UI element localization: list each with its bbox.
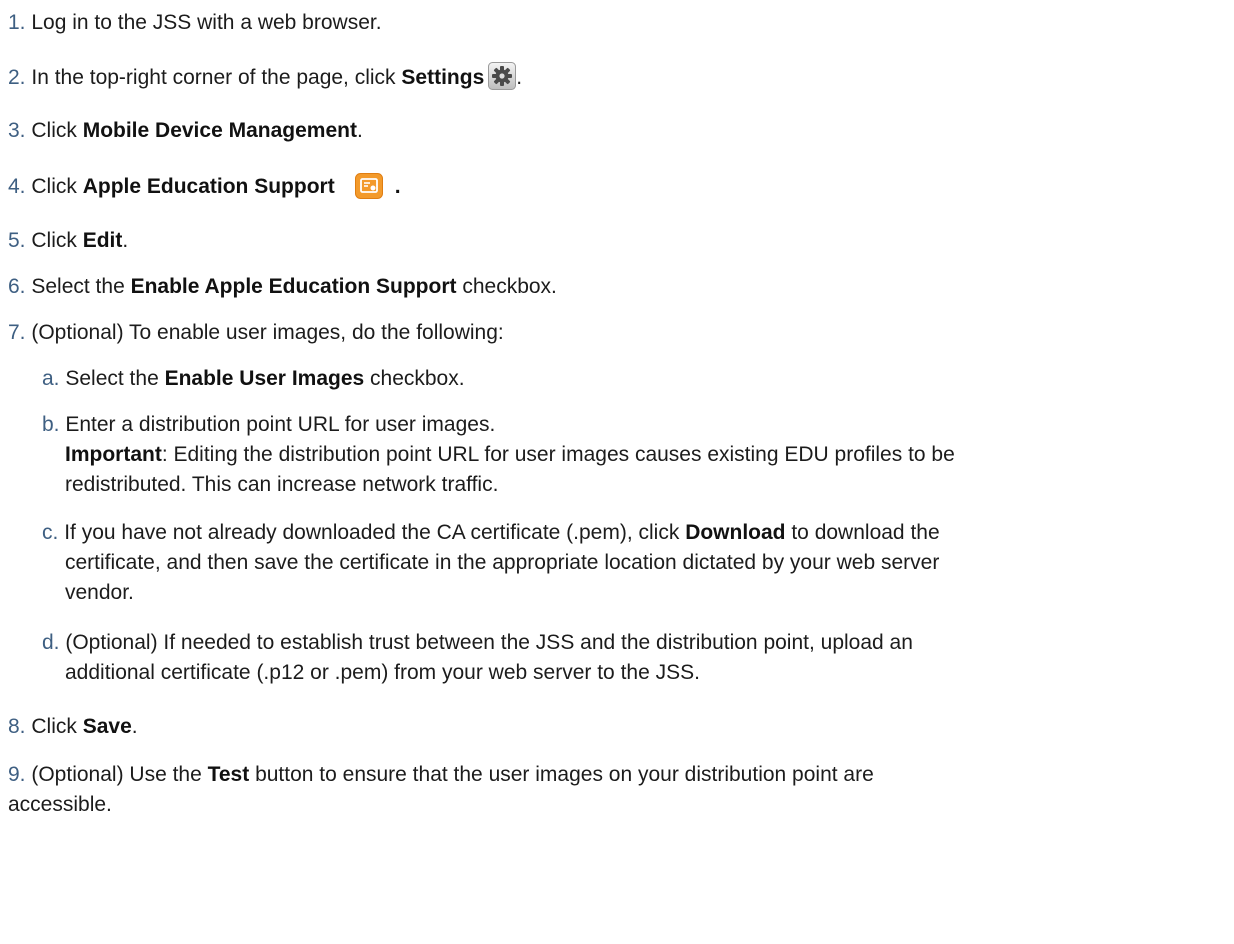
substep-text-post: to download the (785, 521, 940, 544)
step-text: Log in to the JSS with a web browser. (31, 11, 382, 34)
step-number: 2. (8, 66, 26, 89)
step-text-post: button to ensure that the user images on… (249, 763, 874, 786)
substep-text: Enter a distribution point URL for user … (65, 413, 496, 436)
step-number: 6. (8, 275, 26, 298)
step-text-post: . (394, 175, 401, 198)
substep-text-pre: If you have not already downloaded the C… (64, 521, 686, 544)
step-text-pre: Click (31, 715, 83, 738)
step-number: 3. (8, 119, 26, 142)
step-3: 3. Click Mobile Device Management. (8, 116, 1218, 146)
substep-a: a. Select the Enable User Images checkbo… (42, 364, 1222, 394)
important-text: : Editing the distribution point URL for… (161, 443, 955, 466)
step-text-post: . (122, 229, 129, 252)
step-text-pre: In the top-right corner of the page, cli… (31, 66, 402, 89)
substep-text-post: checkbox. (364, 367, 465, 390)
step-9-continued: accessible. (8, 790, 1218, 820)
substep-text: (Optional) If needed to establish trust … (65, 631, 913, 654)
substep-letter: d. (42, 631, 60, 654)
step-number: 5. (8, 229, 26, 252)
substep-letter: a. (42, 367, 60, 390)
test-label: Test (207, 763, 250, 786)
substep-c-continued-2: vendor. (65, 578, 1225, 608)
substep-b: b. Enter a distribution point URL for us… (42, 410, 1222, 440)
step-7: 7. (Optional) To enable user images, do … (8, 318, 1218, 348)
apple-education-support-label: Apple Education Support (82, 175, 335, 198)
step-text-post: . (356, 119, 363, 142)
substep-letter: c. (42, 521, 59, 544)
step-4: 4. Click Apple Education Support . (8, 172, 1218, 202)
enable-user-images-label: Enable User Images (164, 367, 365, 390)
gear-icon (488, 62, 517, 90)
step-2: 2. In the top-right corner of the page, … (8, 62, 1218, 93)
download-label: Download (685, 521, 786, 544)
substep-text-pre: Select the (65, 367, 165, 390)
step-text-pre: Select the (31, 275, 131, 298)
step-number: 1. (8, 11, 26, 34)
step-6: 6. Select the Enable Apple Education Sup… (8, 272, 1218, 302)
substep-d: d. (Optional) If needed to establish tru… (42, 628, 1222, 658)
substep-c: c. If you have not already downloaded th… (42, 518, 1222, 548)
step-text-pre: (Optional) Use the (31, 763, 208, 786)
apple-education-icon (354, 173, 383, 199)
step-number: 4. (8, 175, 26, 198)
substep-d-continued: additional certificate (.p12 or .pem) fr… (65, 658, 1225, 688)
step-text-post: . (516, 66, 523, 89)
step-text-continued: accessible. (8, 793, 112, 816)
step-8: 8. Click Save. (8, 712, 1218, 742)
substep-text-continued: certificate, and then save the certifica… (65, 551, 940, 574)
step-text-pre: Click (31, 229, 83, 252)
step-5: 5. Click Edit. (8, 226, 1218, 256)
step-number: 9. (8, 763, 26, 786)
substep-c-continued-1: certificate, and then save the certifica… (65, 548, 1225, 578)
important-label: Important (65, 443, 162, 466)
step-number: 7. (8, 321, 26, 344)
important-note: Important: Editing the distribution poin… (65, 440, 1225, 470)
save-label: Save (82, 715, 132, 738)
step-9: 9. (Optional) Use the Test button to ens… (8, 760, 1218, 790)
substep-letter: b. (42, 413, 60, 436)
settings-label: Settings (401, 66, 485, 89)
step-text-post: checkbox. (456, 275, 557, 298)
step-text-post: . (131, 715, 138, 738)
step-text-pre: Click (31, 175, 83, 198)
step-number: 8. (8, 715, 26, 738)
substep-text-continued: vendor. (65, 581, 134, 604)
important-note-continued: redistributed. This can increase network… (65, 470, 1225, 500)
enable-apple-education-support-label: Enable Apple Education Support (130, 275, 457, 298)
mobile-device-management-label: Mobile Device Management (82, 119, 357, 142)
important-text-continued: redistributed. This can increase network… (65, 473, 499, 496)
substep-text-continued: additional certificate (.p12 or .pem) fr… (65, 661, 700, 684)
step-text: (Optional) To enable user images, do the… (31, 321, 504, 344)
instruction-page: 1. Log in to the JSS with a web browser.… (0, 0, 1234, 944)
step-text-pre: Click (31, 119, 83, 142)
step-1: 1. Log in to the JSS with a web browser. (8, 8, 1218, 38)
edit-label: Edit (82, 229, 123, 252)
